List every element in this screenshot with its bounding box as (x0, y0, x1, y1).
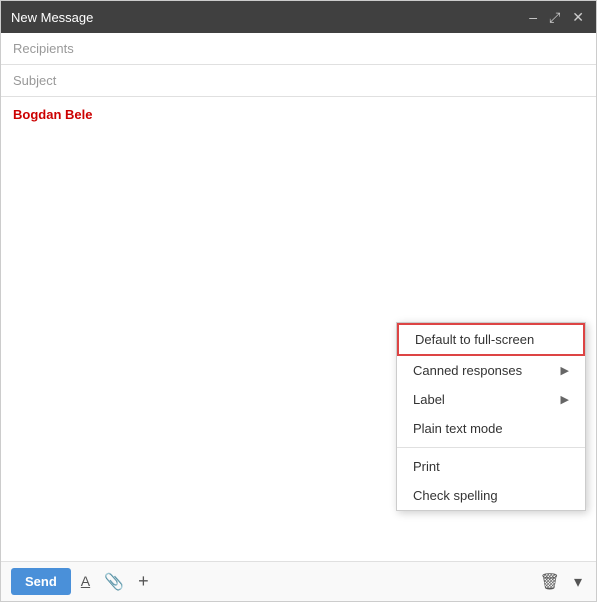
submenu-arrow-icon: ▶ (561, 364, 569, 377)
expand-options-button[interactable]: ▾ (570, 570, 586, 594)
titlebar: New Message – ⤢ ✕ (1, 1, 596, 33)
attach-file-button[interactable]: 📎 (100, 570, 128, 594)
trash-icon: 🗑 (540, 574, 560, 591)
expand-button[interactable]: ⤢ (547, 10, 562, 24)
chevron-down-icon: ▾ (574, 574, 582, 591)
context-menu: Default to full-screen Canned responses … (396, 322, 586, 511)
send-button[interactable]: Send (11, 568, 71, 595)
close-button[interactable]: ✕ (570, 10, 586, 24)
menu-item-check-spelling[interactable]: Check spelling (397, 481, 585, 510)
menu-item-plain-text[interactable]: Plain text mode (397, 414, 585, 443)
toolbar: Send A 📎 + 🗑 ▾ (1, 561, 596, 601)
minimize-button[interactable]: – (527, 10, 539, 24)
more-options-button[interactable]: + (134, 569, 153, 594)
window-title: New Message (11, 10, 93, 25)
format-text-button[interactable]: A (77, 571, 94, 593)
menu-item-label: Print (413, 459, 440, 474)
menu-item-print[interactable]: Print (397, 452, 585, 481)
plus-icon: + (138, 571, 149, 591)
delete-button[interactable]: 🗑 (536, 570, 564, 594)
menu-item-canned-responses[interactable]: Canned responses ▶ (397, 356, 585, 385)
signature-text: Bogdan Bele (13, 107, 584, 122)
menu-divider (397, 447, 585, 448)
compose-area[interactable]: Bogdan Bele Default to full-screen Canne… (1, 97, 596, 561)
recipients-input[interactable] (13, 41, 584, 56)
window-controls: – ⤢ ✕ (527, 10, 586, 24)
menu-item-label: Label (413, 392, 445, 407)
menu-item-label: Plain text mode (413, 421, 503, 436)
menu-item-label: Canned responses (413, 363, 522, 378)
recipients-row (1, 33, 596, 65)
subject-input[interactable] (13, 73, 584, 88)
menu-item-label: Check spelling (413, 488, 498, 503)
paperclip-icon: 📎 (104, 574, 124, 591)
menu-item-label[interactable]: Label ▶ (397, 385, 585, 414)
menu-item-label: Default to full-screen (415, 332, 534, 347)
format-text-icon: A (81, 573, 90, 589)
compose-window: New Message – ⤢ ✕ Bogdan Bele Default to… (0, 0, 597, 602)
subject-row (1, 65, 596, 97)
submenu-arrow-icon: ▶ (561, 393, 569, 406)
menu-item-default-fullscreen[interactable]: Default to full-screen (397, 323, 585, 356)
